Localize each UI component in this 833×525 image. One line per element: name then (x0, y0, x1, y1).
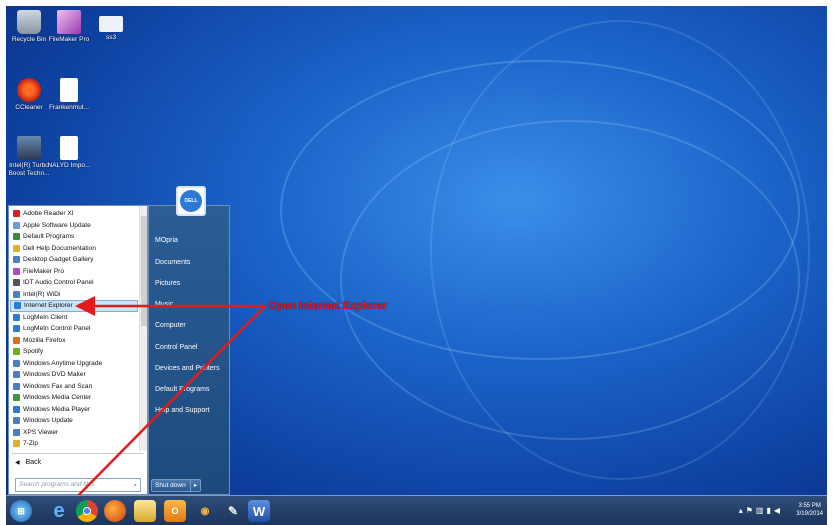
outlook-icon: O (171, 506, 179, 516)
media-player-icon: ◉ (200, 505, 210, 517)
flag-icon[interactable]: ⚑ (746, 506, 756, 515)
windows-logo-icon: ⊞ (17, 505, 25, 516)
clock[interactable]: 3:55 PM 3/19/2014 (796, 502, 823, 518)
clock-time: 3:55 PM (798, 503, 821, 509)
taskbar-media-player[interactable]: ◉ (194, 500, 216, 522)
taskbar-file-explorer[interactable] (134, 500, 156, 522)
network-icon[interactable]: ▥ (756, 506, 767, 515)
start-orb-button[interactable]: ⊞ (10, 500, 32, 522)
clock-date: 3/19/2014 (796, 511, 823, 517)
taskbar-outlook[interactable]: O (164, 500, 186, 522)
taskbar-firefox[interactable] (104, 500, 126, 522)
word-icon: W (252, 503, 266, 519)
tray-icon[interactable]: ▴ (739, 506, 746, 515)
volume-icon[interactable]: ◀ (774, 506, 783, 515)
annotation-label: Open Internet Explorer (268, 300, 388, 312)
arrow-to-taskbar-ie (58, 305, 266, 516)
annotation-arrows (58, 296, 266, 516)
chrome-icon (83, 507, 91, 515)
taskbar-word[interactable]: W (248, 500, 270, 522)
taskbar-internet-explorer[interactable]: e (48, 500, 70, 522)
taskbar-paint[interactable]: ✎ (222, 500, 244, 522)
internet-explorer-icon: e (53, 499, 65, 522)
power-icon[interactable]: ▮ (766, 506, 773, 515)
taskbar: ⊞ e O ◉ ✎ W ▴⚑▥▮◀ 3:55 PM 3/19/2014 (0, 495, 833, 525)
paint-brush-icon: ✎ (227, 504, 239, 518)
system-tray-icons[interactable]: ▴⚑▥▮◀ (739, 506, 783, 515)
taskbar-chrome[interactable] (76, 500, 98, 522)
